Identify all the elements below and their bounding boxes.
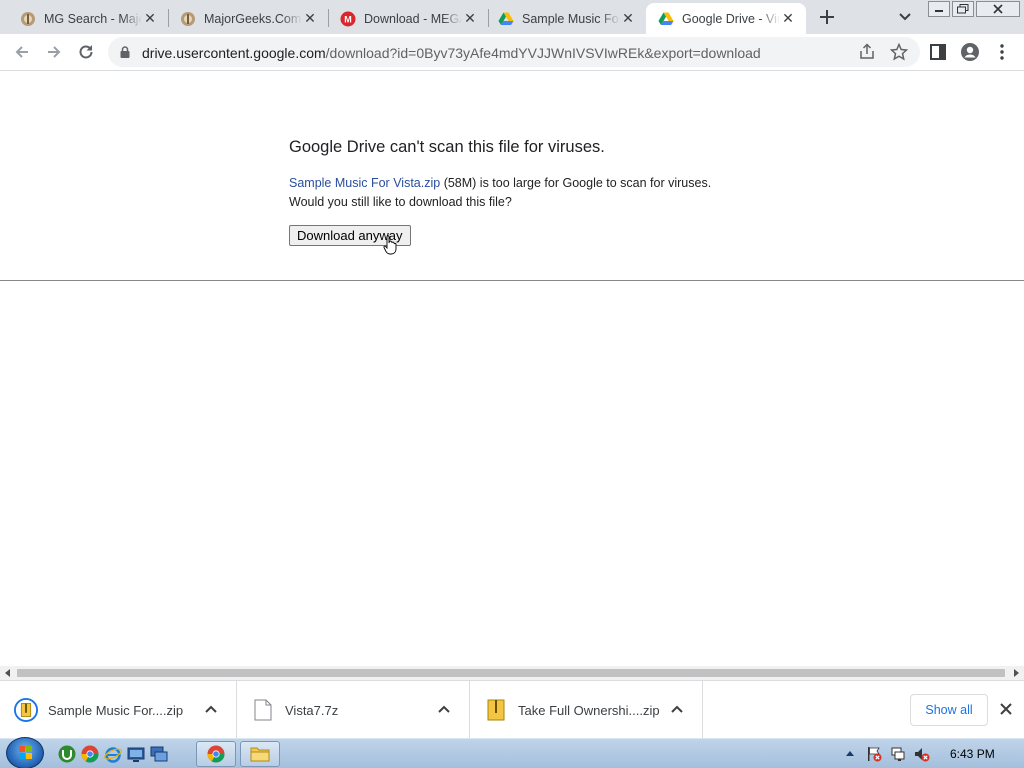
mega-icon: M <box>340 11 356 26</box>
url-text[interactable]: drive.usercontent.google.com/download?id… <box>142 45 761 61</box>
tab-title: Google Drive - Virus scan warning <box>682 11 780 26</box>
google-drive-icon <box>498 12 514 25</box>
tab-mg-search[interactable]: MG Search - MajorGeeks ✕ <box>0 3 168 34</box>
chevron-up-icon[interactable] <box>670 702 684 716</box>
tab-mega-download[interactable]: M Download - MEGA ✕ <box>320 3 488 34</box>
action-center-flag-icon[interactable] <box>866 746 882 762</box>
forward-arrow-icon[interactable] <box>44 42 64 62</box>
close-icon[interactable] <box>998 701 1014 717</box>
start-button[interactable] <box>6 737 44 768</box>
page-content: Google Drive can't scan this file for vi… <box>0 71 1024 666</box>
horizontal-scrollbar[interactable] <box>0 666 1024 680</box>
tab-title: MG Search - MajorGeeks <box>44 11 142 26</box>
chevron-up-icon[interactable] <box>204 702 218 716</box>
download-file-name: Sample Music For....zip <box>48 702 184 718</box>
tab-sample-music[interactable]: Sample Music For Vista ✕ <box>478 3 646 34</box>
chevron-down-icon[interactable] <box>896 8 914 26</box>
tab-google-drive-active[interactable]: Google Drive - Virus scan warning ✕ <box>646 3 806 34</box>
taskbar: 6:43 PM <box>0 737 1024 768</box>
scrollbar-thumb[interactable] <box>17 669 1005 677</box>
close-window-button[interactable] <box>976 1 1020 17</box>
address-bar[interactable]: drive.usercontent.google.com/download?id… <box>108 37 920 67</box>
close-icon[interactable]: ✕ <box>462 10 478 27</box>
tab-majorgeeks[interactable]: MajorGeeks.Com ✕ <box>160 3 328 34</box>
tab-strip: MG Search - MajorGeeks ✕ MajorGeeks.Com … <box>0 0 1024 34</box>
close-icon[interactable]: ✕ <box>780 10 796 27</box>
download-question: Would you still like to download this fi… <box>289 195 512 209</box>
more-menu-icon[interactable] <box>992 42 1012 62</box>
minimize-button[interactable] <box>928 1 950 17</box>
network-icon[interactable] <box>890 746 906 762</box>
volume-muted-icon[interactable] <box>914 746 930 762</box>
majorgeeks-icon <box>181 11 195 26</box>
plus-icon <box>820 10 834 24</box>
taskbar-explorer-button[interactable] <box>240 741 280 767</box>
restore-icon <box>957 4 969 14</box>
side-panel-icon[interactable] <box>928 42 948 62</box>
close-icon <box>993 4 1003 14</box>
tab-title: Sample Music For Vista <box>522 11 620 26</box>
divider <box>0 280 1024 281</box>
restore-button[interactable] <box>952 1 974 17</box>
lock-icon <box>120 46 130 58</box>
bookmark-star-icon[interactable] <box>890 43 908 61</box>
download-item[interactable]: Vista7.7z <box>237 681 470 739</box>
share-icon[interactable] <box>858 43 876 61</box>
scroll-left-icon[interactable] <box>4 669 12 677</box>
file-icon <box>251 697 275 723</box>
profile-avatar-icon[interactable] <box>960 42 980 62</box>
taskbar-chrome-button[interactable] <box>196 741 236 767</box>
chevron-up-icon[interactable] <box>437 702 451 716</box>
tab-title: Download - MEGA <box>364 11 462 26</box>
new-tab-button[interactable] <box>816 6 838 28</box>
show-desktop-icon[interactable] <box>127 745 145 763</box>
download-shelf: Sample Music For....zip Vista7.7z Take F… <box>0 680 1024 739</box>
close-icon[interactable]: ✕ <box>302 10 318 27</box>
show-hidden-icons-icon[interactable] <box>844 746 856 762</box>
close-icon[interactable]: ✕ <box>620 10 636 27</box>
scroll-right-icon[interactable] <box>1012 669 1020 677</box>
file-name-link[interactable]: Sample Music For Vista.zip <box>289 176 440 190</box>
utorrent-icon[interactable] <box>58 745 76 763</box>
minimize-icon <box>935 10 943 12</box>
zip-file-icon <box>484 697 508 723</box>
show-all-button[interactable]: Show all <box>910 694 988 726</box>
download-file-name: Take Full Ownershi....zip <box>518 702 660 718</box>
svg-text:M: M <box>344 14 352 24</box>
internet-explorer-icon[interactable] <box>104 745 122 763</box>
file-size-text: (58M) is too large for Google to scan fo… <box>440 176 712 190</box>
zip-file-icon <box>14 697 38 723</box>
remote-desktop-icon[interactable] <box>150 745 168 763</box>
folder-icon <box>250 747 270 762</box>
majorgeeks-icon <box>21 11 35 26</box>
google-drive-icon <box>658 12 674 25</box>
close-icon[interactable]: ✕ <box>142 10 158 27</box>
browser-toolbar: drive.usercontent.google.com/download?id… <box>0 34 1024 71</box>
download-item[interactable]: Sample Music For....zip <box>0 681 237 739</box>
page-heading: Google Drive can't scan this file for vi… <box>289 138 605 156</box>
url-path: /download?id=0Byv73yAfe4mdYVJJWnIVSVIwRE… <box>325 45 761 61</box>
taskbar-clock[interactable]: 6:43 PM <box>950 747 995 761</box>
chrome-icon <box>207 745 225 763</box>
back-arrow-icon[interactable] <box>12 42 32 62</box>
download-item[interactable]: Take Full Ownershi....zip <box>470 681 703 739</box>
tab-title: MajorGeeks.Com <box>204 11 302 26</box>
windows-logo-icon <box>19 746 32 759</box>
download-file-name: Vista7.7z <box>285 702 339 718</box>
hand-cursor-icon <box>383 235 397 255</box>
chrome-icon[interactable] <box>81 745 99 763</box>
scan-message: Sample Music For Vista.zip (58M) is too … <box>289 176 711 190</box>
url-host: drive.usercontent.google.com <box>142 45 326 61</box>
reload-icon[interactable] <box>76 42 96 62</box>
